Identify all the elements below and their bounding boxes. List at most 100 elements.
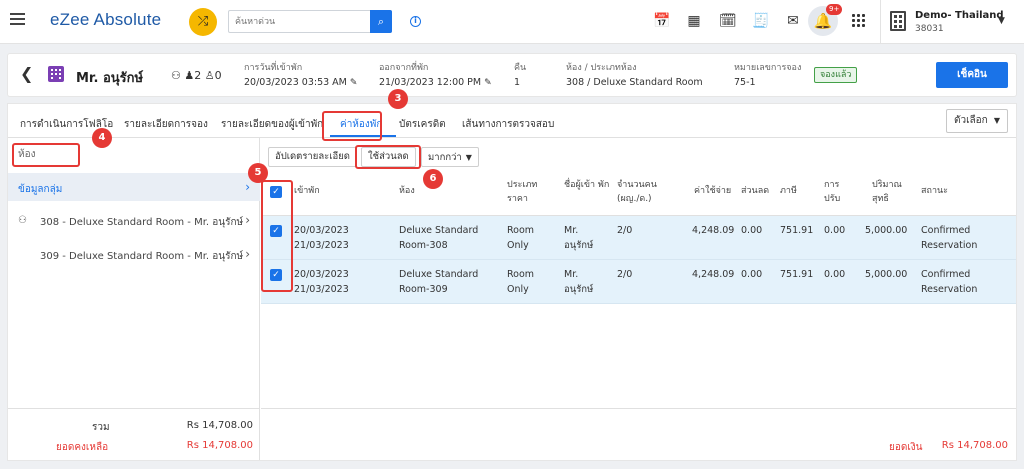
guest-header: ❮ Mr. อนุรักษ์ ⚇ ♟2 ♙0 การวันที่เข้าพัก … [8,54,1016,96]
child-icon: ♙ [204,69,215,82]
col-status: สถานะ [921,186,948,196]
top-bar: eZee Absolute ⤮ ⌕ i 📅 ▦ 🗓 🧾 ✉ 🔔 9+ Demo-… [0,0,1024,44]
col-guest-name: ชื่อผู้เข้า พัก [564,180,610,190]
pax-cell: 2/0 [617,269,633,280]
divider [880,0,881,44]
update-details-button[interactable]: อัปเดตรายละเอียด [268,147,357,167]
quick-search-input[interactable] [229,11,369,32]
annotation-box [261,180,293,292]
child-count: 0 [214,69,222,82]
property-name[interactable]: Demo- Thailand [915,10,1004,21]
options-dropdown[interactable]: ตัวเลือก ▼ [946,109,1008,133]
guest-name-cell: Mr. อนุรักษ์ [564,225,594,251]
reservation-value: 75-1 [734,77,756,88]
annotation-box [322,111,382,141]
menu-icon[interactable] [10,13,25,25]
tab-guest-details[interactable]: รายละเอียดของผู้เข้าพัก [221,117,323,132]
guest-name: Mr. อนุรักษ์ [76,71,144,86]
building-icon [890,11,906,31]
annotation-box [355,145,421,169]
calendar-icon[interactable]: 🗓 [719,13,737,29]
logo-text: eZee Absolute [50,10,162,29]
caret-down-icon: ▼ [993,116,1000,125]
departure-value: 21/03/2023 12:00 PM [379,77,482,88]
edit-icon[interactable]: ✎ [484,78,492,88]
nights-label: คืน [514,63,527,73]
people-icon: ⚇ [18,215,27,226]
table-row[interactable]: ✓ 20/03/2023 21/03/2023 Deluxe Standard Ro… [261,216,1016,260]
col-room: ห้อง [399,186,415,196]
room-charges-panel: อัปเดตรายละเอียด ใช้ส่วนลด มากกว่า ▼ ✓ เข… [261,138,1016,460]
options-label: ตัวเลือก [954,115,988,126]
charge-cell: 4,248.09 [692,225,735,236]
tab-bar: การดำเนินการโฟลิโอ รายละเอียดการจอง รายล… [8,104,1016,138]
discount-cell: 0.00 [741,269,763,280]
chevron-down-icon[interactable]: ▼ [998,16,1005,26]
room-list-item[interactable]: ⚇ 308 - Deluxe Standard Room - Mr. อนุรั… [8,208,260,234]
annotation-box [12,143,80,167]
search-icon[interactable]: ⌕ [370,10,392,33]
status-cell: Confirmed Reservation [921,269,978,295]
room-name: Deluxe Standard Room-308 [399,225,479,251]
checkin-button[interactable]: เช็คอิน [936,62,1008,88]
col-pax: จำนวนคน (ผญ./ด.) [617,180,657,204]
chevron-right-icon: › [245,180,250,194]
discount-cell: 0.00 [741,225,763,236]
total-value: Rs 14,708.00 [186,420,253,431]
guest-name-cell: Mr. อนุรักษ์ [564,269,594,295]
back-arrow-icon[interactable]: ❮ [20,64,33,83]
annotation-number: 4 [92,128,112,148]
bell-icon[interactable]: 🔔 9+ [808,4,843,36]
room-info: ห้อง / ประเภทห้อง 308 / Deluxe Standard … [566,60,703,88]
amount-label: ยอดเงิน [889,442,923,453]
guest-pax: ⚇ ♟2 ♙0 [171,69,222,82]
room-name: Deluxe Standard Room-309 [399,269,479,295]
room-list-label: 308 - Deluxe Standard Room - Mr. อนุรักษ… [40,217,244,228]
amount-value: Rs 14,708.00 [941,440,1008,451]
col-adjustment: การ ปรับ [824,180,841,204]
balance-value: Rs 14,708.00 [186,440,253,451]
charge-cell: 4,248.09 [692,269,735,280]
room-list-label: 309 - Deluxe Standard Room - Mr. อนุรักษ… [40,251,244,262]
tab-booking-details[interactable]: รายละเอียดการจอง [124,117,208,132]
adjustment-cell: 0.00 [824,225,846,236]
shuffle-icon[interactable]: ⤮ [189,8,217,36]
edit-icon[interactable]: ✎ [350,78,358,88]
room-label: ห้อง / ประเภทห้อง [566,63,637,73]
group-info-item[interactable]: ข้อมูลกลุ่ม › [8,173,260,201]
tax-cell: 751.91 [780,269,814,280]
info-icon[interactable]: i [410,16,421,27]
stay-dates: 20/03/2023 21/03/2023 [294,269,349,295]
apps-grid-icon[interactable] [852,14,866,28]
nights-value: 1 [514,77,521,88]
tab-credit-card[interactable]: บัตรเครดิต [399,117,446,132]
reservation-info: หมายเลขการจอง 75-1 [734,60,801,88]
table-row[interactable]: ✓ 20/03/2023 21/03/2023 Deluxe Standard Ro… [261,260,1016,304]
divider [261,408,1016,409]
tax-cell: 751.91 [780,225,814,236]
col-stay: เข้าพัก [294,186,320,196]
col-tax: ภาษี [780,186,797,196]
departure-label: ออกจากที่พัก [379,63,429,73]
departure-info: ออกจากที่พัก 21/03/2023 12:00 PM ✎ [379,60,492,88]
balance-label: ยอดคงเหลือ [56,442,109,453]
tab-audit-trail[interactable]: เส้นทางการตรวจสอบ [462,117,554,132]
app-logo[interactable]: eZee Absolute [50,10,161,30]
property-code: 38031 [915,24,944,34]
room-grid-icon [48,66,64,82]
calendar-add-icon[interactable]: 📅 [653,13,670,29]
mail-icon[interactable]: ✉ [785,13,801,29]
room-list-item[interactable]: 309 - Deluxe Standard Room - Mr. อนุรักษ… [8,242,260,268]
group-info-label: ข้อมูลกลุ่ม [18,184,63,195]
col-charge: ค่าใช้จ่าย [694,186,732,196]
annotation-number: 6 [423,169,443,189]
calendar-grid-icon[interactable]: ▦ [686,13,702,29]
adjustment-cell: 0.00 [824,269,846,280]
more-dropdown[interactable]: มากกว่า ▼ [421,147,479,167]
invoice-icon[interactable]: 🧾 [752,13,769,29]
pax-cell: 2/0 [617,225,633,236]
col-rate-type: ประเภท ราคา [507,180,538,204]
stay-dates: 20/03/2023 21/03/2023 [294,225,349,251]
net-amount-cell: 5,000.00 [865,269,908,280]
rate-type: Room Only [507,269,535,295]
